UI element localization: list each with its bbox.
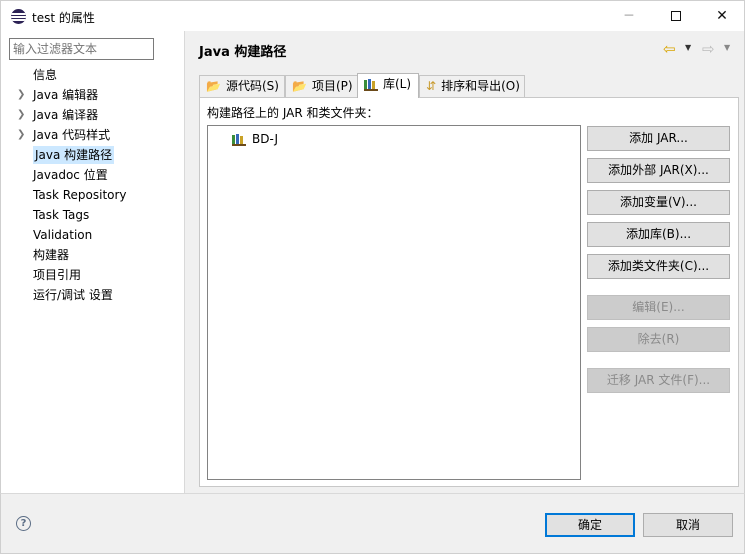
tree-item-task-repository[interactable]: Task Repository xyxy=(1,185,184,205)
remove-button[interactable]: 除去(R) xyxy=(587,327,730,352)
page-title: Java 构建路径 xyxy=(199,45,287,60)
minimize-icon: ─ xyxy=(624,8,634,24)
edit-button[interactable]: 编辑(E)... xyxy=(587,295,730,320)
order-export-icon: ⇵ xyxy=(426,79,437,93)
tab-source[interactable]: 📂 源代码(S) xyxy=(199,75,285,97)
jar-list-label: 构建路径上的 JAR 和类文件夹： xyxy=(207,106,379,120)
add-library-button[interactable]: 添加库(B)... xyxy=(587,222,730,247)
maximize-icon xyxy=(671,11,681,21)
add-jar-button[interactable]: 添加 JAR... xyxy=(587,126,730,151)
migrate-jar-button[interactable]: 迁移 JAR 文件(F)... xyxy=(587,368,730,393)
maximize-button[interactable] xyxy=(653,1,699,31)
tree-item-validation[interactable]: Validation xyxy=(1,225,184,245)
tree-item-run-debug-settings[interactable]: 运行/调试 设置 xyxy=(1,285,184,305)
tree-item-java-editor[interactable]: ❯ Java 编辑器 xyxy=(1,85,184,105)
close-icon: ✕ xyxy=(716,8,728,24)
eclipse-icon xyxy=(11,9,26,24)
tree-item-task-tags[interactable]: Task Tags xyxy=(1,205,184,225)
cancel-button[interactable]: 取消 xyxy=(643,513,733,537)
tab-libraries[interactable]: 库(L) xyxy=(357,73,419,98)
window-title: test 的属性 xyxy=(32,11,95,25)
dialog-button-bar: ? 确定 取消 xyxy=(0,493,745,554)
build-path-page: Java 构建路径 ⇦ ▼ ⇨ ▼ 📂 源代码(S) 📂 项目(P) 库(L) ⇵ 排… xyxy=(185,31,745,493)
chevron-right-icon[interactable]: ❯ xyxy=(17,105,25,125)
tree-item-java-compiler[interactable]: ❯ Java 编译器 xyxy=(1,105,184,125)
add-variable-button[interactable]: 添加变量(V)... xyxy=(587,190,730,215)
list-item[interactable]: BD-J xyxy=(232,130,278,148)
tree-item-javadoc-location[interactable]: Javadoc 位置 xyxy=(1,165,184,185)
chevron-right-icon[interactable]: ❯ xyxy=(17,125,25,145)
close-button[interactable]: ✕ xyxy=(699,1,745,31)
jar-list[interactable]: BD-J xyxy=(207,125,581,480)
source-folder-icon: 📂 xyxy=(206,79,221,93)
help-icon[interactable]: ? xyxy=(16,516,31,531)
tree-item-java-build-path[interactable]: Java 构建路径 xyxy=(1,145,184,165)
add-class-folder-button[interactable]: 添加类文件夹(C)... xyxy=(587,254,730,279)
minimize-button[interactable]: ─ xyxy=(606,1,652,31)
tree-item-builders[interactable]: 构建器 xyxy=(1,245,184,265)
tab-order-export[interactable]: ⇵ 排序和导出(O) xyxy=(419,75,525,97)
add-external-jar-button[interactable]: 添加外部 JAR(X)... xyxy=(587,158,730,183)
tree-item-java-code-style[interactable]: ❯ Java 代码样式 xyxy=(1,125,184,145)
libraries-tab-panel: 构建路径上的 JAR 和类文件夹： BD-J 添加 JAR... 添加外部 JA… xyxy=(199,97,739,487)
tab-projects[interactable]: 📂 项目(P) xyxy=(285,75,358,97)
ok-button[interactable]: 确定 xyxy=(545,513,635,537)
properties-tree: 信息 ❯ Java 编辑器 ❯ Java 编译器 ❯ Java 代码样式 Java 构… xyxy=(1,65,184,305)
chevron-right-icon[interactable]: ❯ xyxy=(17,85,25,105)
back-menu-chevron-down-icon[interactable]: ▼ xyxy=(685,43,691,52)
back-arrow-icon[interactable]: ⇦ xyxy=(663,40,676,58)
library-icon xyxy=(364,74,378,95)
tree-item-info[interactable]: 信息 xyxy=(1,65,184,85)
project-folder-icon: 📂 xyxy=(292,79,307,93)
forward-menu-chevron-down-icon[interactable]: ▼ xyxy=(724,43,730,52)
title-bar: test 的属性 ─ ✕ xyxy=(0,0,745,31)
properties-nav-panel: 信息 ❯Java 编辑器 ❯Java 编译器 ❯Java 代码样式 Java 构… xyxy=(0,31,185,493)
filter-input[interactable] xyxy=(9,38,154,60)
tree-item-project-references[interactable]: 项目引用 xyxy=(1,265,184,285)
library-icon xyxy=(232,134,246,146)
forward-arrow-icon[interactable]: ⇨ xyxy=(702,40,715,58)
